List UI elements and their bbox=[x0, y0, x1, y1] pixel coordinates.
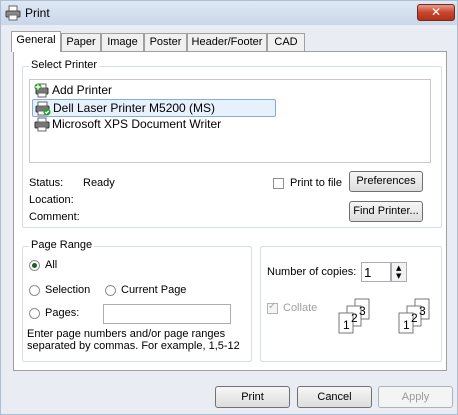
window-title: Print bbox=[25, 6, 50, 20]
radio-current-page-label: Current Page bbox=[121, 284, 187, 296]
print-dialog: Print ✕ General Paper Image Poster Heade… bbox=[0, 0, 458, 415]
sheet-number: 2 bbox=[411, 311, 418, 325]
cancel-button-label: Cancel bbox=[317, 391, 352, 403]
printer-item-xps-writer[interactable]: Microsoft XPS Document Writer bbox=[32, 116, 292, 134]
collate-checkbox[interactable]: ✓ bbox=[267, 301, 278, 314]
find-printer-button[interactable]: Find Printer... bbox=[349, 201, 423, 222]
tab-general[interactable]: General bbox=[11, 31, 61, 52]
sheet-number: 1 bbox=[403, 318, 410, 332]
radio-all-label: All bbox=[45, 259, 58, 271]
copies-group: Number of copies: ▲ ▼ ✓ Collate bbox=[260, 246, 442, 362]
radio-current-page[interactable] bbox=[105, 285, 116, 296]
status-value: Ready bbox=[83, 177, 115, 189]
sheet-number: 1 bbox=[343, 318, 350, 332]
copies-input[interactable] bbox=[361, 262, 391, 282]
close-icon: ✕ bbox=[430, 5, 442, 19]
page-range-hint: Enter page numbers and/or page ranges se… bbox=[27, 328, 240, 352]
status-label: Status: bbox=[29, 177, 64, 189]
check-mark-icon: ✓ bbox=[268, 301, 277, 312]
print-to-file-label: Print to file bbox=[290, 177, 342, 189]
tab-label: CAD bbox=[274, 36, 298, 48]
printer-name: Microsoft XPS Document Writer bbox=[52, 117, 222, 131]
copies-label: Number of copies: bbox=[267, 266, 357, 278]
preferences-button[interactable]: Preferences bbox=[349, 171, 423, 192]
sheet-number: 3 bbox=[359, 304, 366, 318]
print-to-file-checkbox[interactable] bbox=[273, 178, 284, 189]
collate-pages-icon: 1 2 3 1 2 3 bbox=[338, 298, 430, 334]
page-range-label: Page Range bbox=[29, 239, 95, 251]
title-bar: Print ✕ bbox=[1, 1, 457, 25]
pages-input[interactable] bbox=[103, 304, 231, 324]
preferences-button-label: Preferences bbox=[356, 175, 416, 187]
add-printer-icon bbox=[34, 83, 49, 98]
printer-item-add-printer[interactable]: Add Printer bbox=[32, 82, 292, 100]
radio-pages-label: Pages: bbox=[45, 307, 80, 319]
tab-poster[interactable]: Poster bbox=[144, 33, 187, 51]
sheet-number: 2 bbox=[351, 311, 358, 325]
printer-icon bbox=[5, 5, 21, 21]
radio-selected-dot bbox=[32, 263, 37, 268]
print-button-label: Print bbox=[241, 391, 264, 403]
default-printer-icon bbox=[35, 101, 51, 116]
radio-selection-label: Selection bbox=[45, 284, 91, 296]
copies-spinner[interactable]: ▲ ▼ bbox=[391, 262, 407, 282]
radio-all[interactable] bbox=[29, 260, 40, 271]
tab-image[interactable]: Image bbox=[101, 33, 144, 51]
collate-label: Collate bbox=[283, 302, 318, 314]
spinner-down-icon[interactable]: ▼ bbox=[396, 272, 401, 280]
tab-label: Poster bbox=[149, 36, 182, 48]
radio-selection[interactable] bbox=[29, 285, 40, 296]
page-range-group: Page Range All Selection Current Page Pa… bbox=[22, 239, 252, 362]
tab-label: Paper bbox=[66, 36, 96, 48]
general-panel: Select Printer Add Printer Dell Laser Pr… bbox=[13, 51, 447, 371]
printer-name: Add Printer bbox=[52, 83, 113, 97]
sheet-number: 3 bbox=[419, 304, 426, 318]
printer-list: Add Printer Dell Laser Printer M5200 (MS… bbox=[29, 79, 431, 163]
apply-button[interactable]: Apply bbox=[378, 386, 453, 408]
printer-icon bbox=[34, 117, 50, 132]
close-button[interactable]: ✕ bbox=[417, 4, 455, 21]
tab-label: Header/Footer bbox=[191, 36, 263, 48]
printer-item-dell-laser[interactable]: Dell Laser Printer M5200 (MS) bbox=[32, 99, 276, 117]
apply-button-label: Apply bbox=[401, 391, 430, 403]
tab-header-footer[interactable]: Header/Footer bbox=[187, 33, 267, 51]
tab-label: General bbox=[16, 34, 56, 46]
location-label: Location: bbox=[29, 194, 74, 206]
radio-pages[interactable] bbox=[29, 308, 40, 319]
tab-cad[interactable]: CAD bbox=[267, 33, 305, 51]
select-printer-group: Select Printer Add Printer Dell Laser Pr… bbox=[22, 59, 442, 228]
printer-name: Dell Laser Printer M5200 (MS) bbox=[53, 101, 216, 115]
spinner-up-icon[interactable]: ▲ bbox=[396, 264, 401, 272]
tab-label: Image bbox=[107, 36, 138, 48]
tab-paper[interactable]: Paper bbox=[61, 33, 101, 51]
print-button[interactable]: Print bbox=[215, 386, 290, 408]
cancel-button[interactable]: Cancel bbox=[297, 386, 372, 408]
select-printer-label: Select Printer bbox=[29, 59, 100, 71]
find-printer-button-label: Find Printer... bbox=[353, 205, 419, 217]
comment-label: Comment: bbox=[29, 211, 80, 223]
